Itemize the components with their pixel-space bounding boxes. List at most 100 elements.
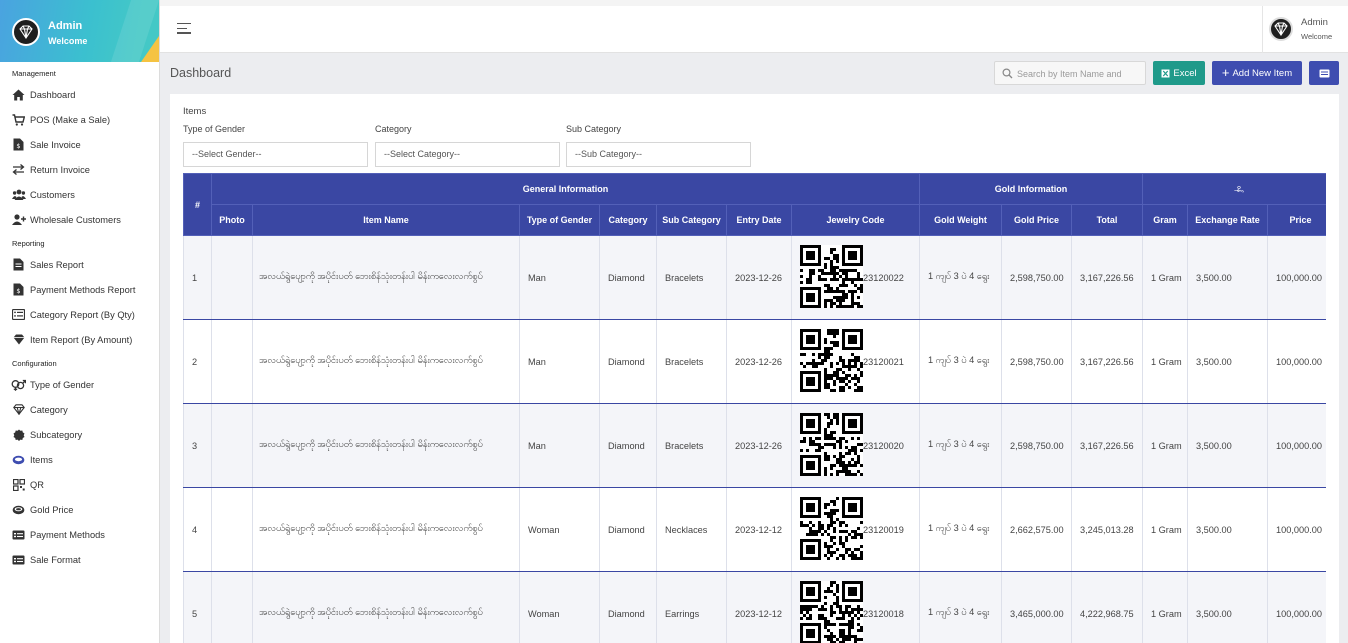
options-button[interactable] [1309,61,1339,85]
sidebar-section-title: Reporting [12,239,45,248]
col-header-jewelry-code: Jewelry Code [791,204,920,236]
users-icon [11,188,26,202]
sidebar-item-wholesale-customers[interactable]: Wholesale Customers [0,207,159,232]
invoice-icon: $ [11,283,26,297]
jewelry-code-text: 23120018 [863,608,904,619]
jewelry-code-text: 23120019 [863,524,904,535]
sidebar-item-subcategory[interactable]: Subcategory [0,422,159,447]
sidebar-item-dashboard[interactable]: Dashboard [0,82,159,107]
cell-exchange-rate: 3,500.00 [1187,571,1268,643]
excel-export-button[interactable]: Excel [1153,61,1205,85]
items-table-container[interactable]: # General Information Gold Information ဝ… [183,173,1326,643]
cell-jewelry-code: 23120019 [791,487,920,572]
cell-num: 5 [183,571,212,643]
sidebar-item-pos-make-a-sale[interactable]: POS (Make a Sale) [0,107,159,132]
qr-code-icon [800,245,863,310]
card-icon [11,553,26,567]
brand-logo [12,18,40,46]
cell-total: 4,222,968.75 [1071,571,1143,643]
sidebar-item-label: Return Invoice [30,164,90,175]
sidebar-item-label: Type of Gender [30,379,95,390]
qr-code-icon [800,497,863,562]
gender-select[interactable]: --Select Gender-- [183,142,368,167]
cell-photo [211,571,253,643]
brand-name: Admin [48,20,83,32]
table-row[interactable]: 5 အလယ်ရွဲပျော့ကို အပိုင်းပတ် ဘေးစိန်သုံးတ… [183,571,1326,643]
sidebar-item-sale-invoice[interactable]: $ Sale Invoice [0,132,159,157]
sidebar-item-label: Gold Price [30,504,74,515]
cell-subcategory: Earrings [656,571,727,643]
col-header-exchange-rate: Exchange Rate [1187,204,1268,236]
user-menu[interactable]: Admin Welcome [1262,6,1348,53]
cell-category: Diamond [599,319,657,404]
sidebar-item-customers[interactable]: Customers [0,182,159,207]
sidebar-item-sales-report[interactable]: Sales Report [0,252,159,277]
coin-icon [11,503,26,517]
cell-gender: Man [519,235,600,320]
cell-gram: 1 Gram [1142,487,1188,572]
cell-price: 100,000.00 [1266,571,1326,643]
cell-item-name: အလယ်ရွဲပျော့ကို အပိုင်းပတ် ဘေးစိန်သုံးတန… [252,403,520,488]
table-row[interactable]: 2 အလယ်ရွဲပျော့ကို အပိုင်းပတ် ဘေးစိန်သုံးတ… [183,319,1326,404]
ring-icon [11,453,26,467]
qr-icon [11,478,26,492]
sidebar-item-label: Subcategory [30,429,83,440]
list-icon [11,308,26,322]
gender-filter-label: Type of Gender [183,124,246,134]
sidebar-item-qr[interactable]: QR [0,472,159,497]
sidebar-item-label: POS (Make a Sale) [30,114,111,125]
sidebar-item-label: Items [30,454,53,465]
group-header-extra-text: ဝန် [1235,185,1242,192]
col-header-item-name: Item Name [252,204,520,236]
excel-label: Excel [1173,67,1197,79]
menu-toggle-icon[interactable] [177,23,191,35]
sidebar-item-label: Category Report (By Qty) [30,309,135,320]
sidebar-item-item-report-by-amount[interactable]: Item Report (By Amount) [0,327,159,352]
sidebar-item-return-invoice[interactable]: Return Invoice [0,157,159,182]
sidebar-item-gold-price[interactable]: Gold Price [0,497,159,522]
sidebar-item-label: QR [30,479,44,490]
cell-photo [211,487,253,572]
add-new-item-button[interactable]: + Add New Item [1212,61,1302,85]
cell-gender: Man [519,319,600,404]
cell-item-name: အလယ်ရွဲပျော့ကို အပိုင်းပတ် ဘေးစိန်သုံးတန… [252,319,520,404]
qr-code-wrap: 23120021 [800,329,919,394]
sidebar-item-payment-methods-report[interactable]: $ Payment Methods Report [0,277,159,302]
subcategory-filter-label: Sub Category [566,124,622,134]
category-filter-label: Category [375,124,412,134]
cell-entry-date: 2023-12-12 [726,487,792,572]
subcategory-select[interactable]: --Sub Category-- [566,142,751,167]
page-title: Dashboard [170,66,232,80]
cell-gold-weight: 1 ကျပ် 3 ပဲ 4 ရွေး [919,403,1002,488]
cell-gold-weight: 1 ကျပ် 3 ပဲ 4 ရွေး [919,571,1002,643]
invoice-icon: $ [11,138,26,152]
sidebar-item-category-report-by-qty[interactable]: Category Report (By Qty) [0,302,159,327]
sidebar-item-items[interactable]: Items [0,447,159,472]
cart-icon [11,113,26,127]
cell-total: 3,167,226.56 [1071,319,1143,404]
table-row[interactable]: 4 အလယ်ရွဲပျော့ကို အပိုင်းပတ် ဘေးစိန်သုံးတ… [183,487,1326,572]
sidebar-item-label: Payment Methods [30,529,105,540]
qr-code-wrap: 23120020 [800,413,919,478]
cell-item-name: အလယ်ရွဲပျော့ကို အပိုင်းပတ် ဘေးစိန်သုံးတန… [252,487,520,572]
sidebar-item-sale-format[interactable]: Sale Format [0,547,159,572]
col-header-gold-price: Gold Price [1001,204,1072,236]
cell-price: 100,000.00 [1266,403,1326,488]
category-select[interactable]: --Select Category-- [375,142,560,167]
table-row[interactable]: 3 အလယ်ရွဲပျော့ကို အပိုင်းပတ် ဘေးစိန်သုံးတ… [183,403,1326,488]
table-row[interactable]: 1 အလယ်ရွဲပျော့ကို အပိုင်းပတ် ဘေးစိန်သုံးတ… [183,235,1326,320]
cell-photo [211,319,253,404]
sidebar-item-category[interactable]: Category [0,397,159,422]
items-table: # General Information Gold Information ဝ… [183,173,1326,643]
sidebar-item-type-of-gender[interactable]: Type of Gender [0,372,159,397]
user-subtitle: Welcome [1301,32,1333,41]
sidebar-item-payment-methods[interactable]: Payment Methods [0,522,159,547]
search-input[interactable] [1017,65,1143,82]
avatar [1269,17,1293,41]
cell-category: Diamond [599,235,657,320]
cell-num: 4 [183,487,212,572]
col-header-sub-category: Sub Category [656,204,727,236]
cell-price: 100,000.00 [1266,235,1326,320]
excel-icon [1161,69,1170,77]
col-header-gold-weight: Gold Weight [919,204,1002,236]
